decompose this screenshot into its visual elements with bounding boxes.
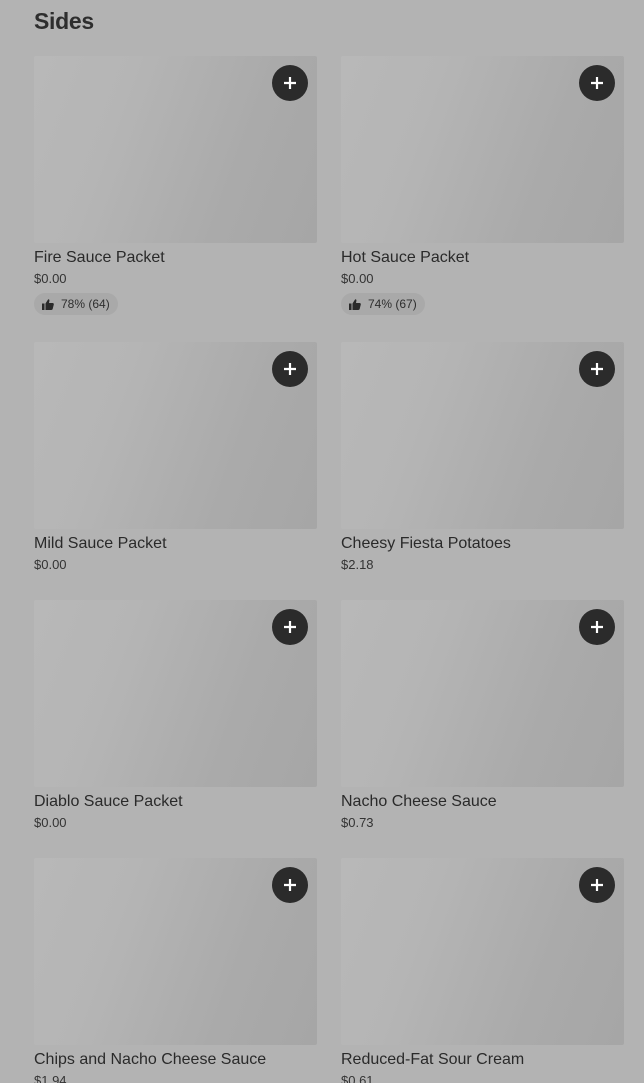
add-item-button[interactable]	[272, 351, 308, 387]
menu-item-card[interactable]: Diablo Sauce Packet $0.00	[34, 600, 317, 831]
add-item-button[interactable]	[579, 65, 615, 101]
item-name[interactable]: Reduced-Fat Sour Cream	[341, 1050, 624, 1070]
plus-icon	[284, 879, 296, 891]
add-item-button[interactable]	[272, 65, 308, 101]
item-image[interactable]	[341, 600, 624, 787]
item-price: $0.00	[34, 271, 67, 286]
item-price: $0.00	[34, 557, 67, 572]
item-image[interactable]	[341, 342, 624, 529]
section-title: Sides	[34, 8, 94, 34]
plus-icon	[591, 77, 603, 89]
item-name[interactable]: Mild Sauce Packet	[34, 534, 317, 554]
item-name[interactable]: Chips and Nacho Cheese Sauce	[34, 1050, 317, 1070]
rating-text: 74% (67)	[368, 297, 417, 311]
add-item-button[interactable]	[579, 867, 615, 903]
add-item-button[interactable]	[272, 609, 308, 645]
plus-icon	[591, 621, 603, 633]
plus-icon	[591, 363, 603, 375]
menu-item-card[interactable]: Reduced-Fat Sour Cream $0.61	[341, 858, 624, 1083]
item-name[interactable]: Fire Sauce Packet	[34, 248, 317, 268]
item-price: $0.00	[341, 271, 374, 286]
rating-badge: 78% (64)	[34, 293, 118, 315]
plus-icon	[284, 363, 296, 375]
menu-item-card[interactable]: Chips and Nacho Cheese Sauce $1.94	[34, 858, 317, 1083]
item-price: $0.61	[341, 1073, 374, 1083]
add-item-button[interactable]	[579, 609, 615, 645]
item-price: $2.18	[341, 557, 374, 572]
item-image[interactable]	[34, 342, 317, 529]
rating-text: 78% (64)	[61, 297, 110, 311]
add-item-button[interactable]	[579, 351, 615, 387]
item-name[interactable]: Cheesy Fiesta Potatoes	[341, 534, 624, 554]
item-image[interactable]	[341, 858, 624, 1045]
rating-badge: 74% (67)	[341, 293, 425, 315]
add-item-button[interactable]	[272, 867, 308, 903]
item-price: $0.73	[341, 815, 374, 830]
item-price: $0.00	[34, 815, 67, 830]
menu-section-sides: Sides Fire Sauce Packet $0.00 78% (64) H…	[0, 0, 644, 1083]
menu-item-card[interactable]: Nacho Cheese Sauce $0.73	[341, 600, 624, 831]
menu-item-card[interactable]: Mild Sauce Packet $0.00	[34, 342, 317, 573]
item-name[interactable]: Hot Sauce Packet	[341, 248, 624, 268]
plus-icon	[284, 621, 296, 633]
item-image[interactable]	[34, 56, 317, 243]
menu-item-card[interactable]: Hot Sauce Packet $0.00 74% (67)	[341, 56, 624, 315]
item-image[interactable]	[34, 858, 317, 1045]
item-price: $1.94	[34, 1073, 67, 1083]
menu-item-card[interactable]: Cheesy Fiesta Potatoes $2.18	[341, 342, 624, 573]
thumbs-up-icon	[42, 298, 54, 310]
item-image[interactable]	[341, 56, 624, 243]
plus-icon	[591, 879, 603, 891]
menu-item-card[interactable]: Fire Sauce Packet $0.00 78% (64)	[34, 56, 317, 315]
item-name[interactable]: Diablo Sauce Packet	[34, 792, 317, 812]
plus-icon	[284, 77, 296, 89]
thumbs-up-icon	[349, 298, 361, 310]
item-image[interactable]	[34, 600, 317, 787]
item-name[interactable]: Nacho Cheese Sauce	[341, 792, 624, 812]
